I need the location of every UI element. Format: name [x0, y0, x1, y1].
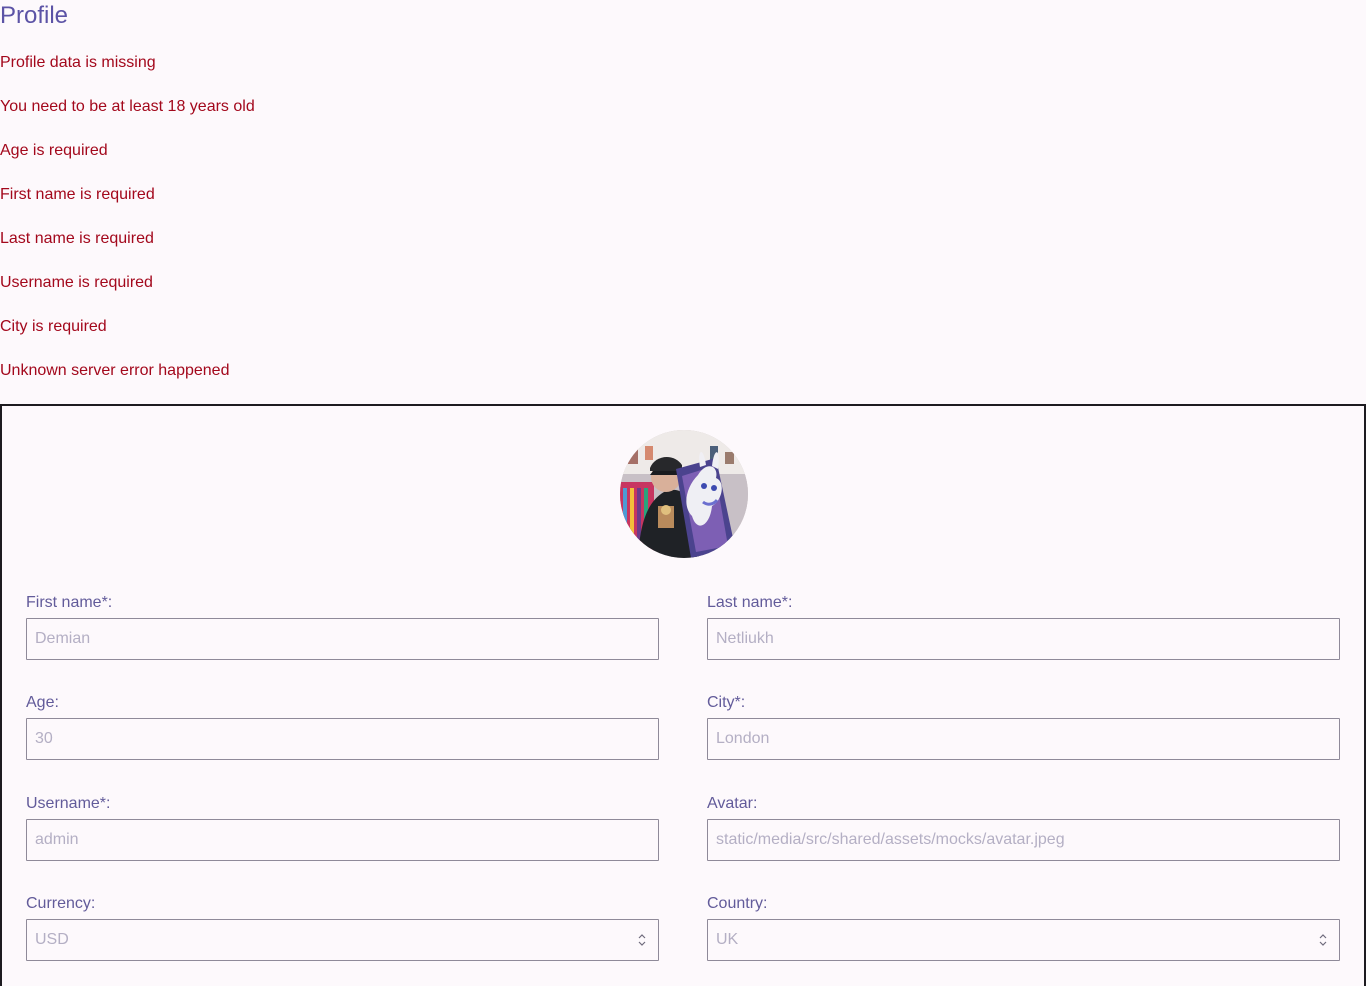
city-input[interactable]	[707, 718, 1340, 760]
avatar-label: Avatar:	[707, 795, 758, 812]
error-message: Profile data is missing	[0, 54, 156, 71]
country-field: Country: UK	[707, 894, 1340, 961]
country-select[interactable]: UK	[707, 919, 1340, 961]
error-message: First name is required	[0, 186, 155, 203]
city-field: City*:	[707, 693, 1340, 760]
city-label: City*:	[707, 694, 746, 711]
page-title: Profile	[0, 2, 69, 29]
avatar-field: Avatar:	[707, 794, 1340, 861]
first-name-field: First name*:	[26, 593, 659, 660]
error-message: You need to be at least 18 years old	[0, 98, 255, 115]
last-name-label: Last name*:	[707, 594, 793, 611]
first-name-input[interactable]	[26, 618, 659, 660]
select-arrows-icon	[638, 933, 646, 947]
profile-avatar	[620, 430, 748, 558]
age-input[interactable]	[26, 718, 659, 760]
error-message: Unknown server error happened	[0, 362, 230, 379]
last-name-input[interactable]	[707, 618, 1340, 660]
error-message: Last name is required	[0, 230, 154, 247]
currency-label: Currency:	[26, 895, 96, 912]
country-label: Country:	[707, 895, 768, 912]
age-label: Age:	[26, 694, 59, 711]
error-message: City is required	[0, 318, 107, 335]
first-name-label: First name*:	[26, 594, 113, 611]
age-field: Age:	[26, 693, 659, 760]
select-arrows-icon	[1319, 933, 1327, 947]
error-message: Username is required	[0, 274, 153, 291]
currency-select-value: USD	[35, 931, 69, 948]
profile-card: First name*: Last name*: Age: City*: Use…	[0, 404, 1366, 986]
username-label: Username*:	[26, 795, 111, 812]
username-input[interactable]	[26, 819, 659, 861]
last-name-field: Last name*:	[707, 593, 1340, 660]
avatar-photo-icon	[620, 430, 748, 558]
currency-select[interactable]: USD	[26, 919, 659, 961]
error-message: Age is required	[0, 142, 108, 159]
country-select-value: UK	[716, 931, 739, 948]
currency-field: Currency: USD	[26, 894, 659, 961]
username-field: Username*:	[26, 794, 659, 861]
avatar-input[interactable]	[707, 819, 1340, 861]
error-list: Profile data is missing You need to be a…	[0, 53, 255, 405]
